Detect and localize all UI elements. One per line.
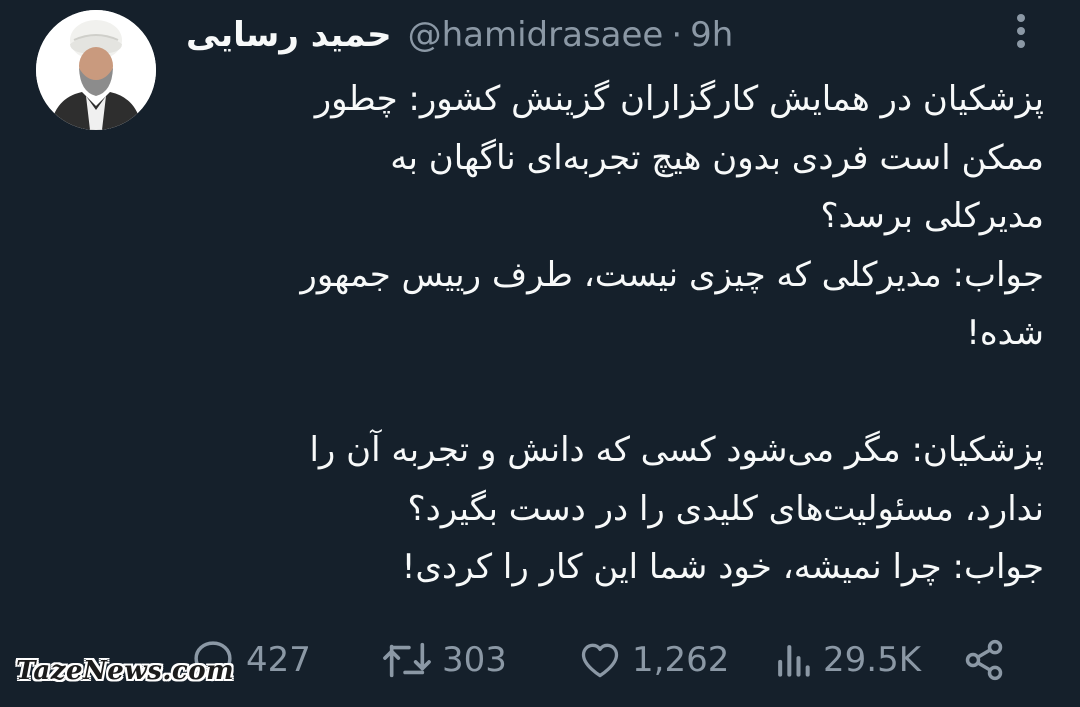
- tweet-line: پزشکیان در همایش کارگزاران گزینش کشور: چ…: [314, 79, 1044, 119]
- retweet-count: 303: [442, 640, 507, 680]
- tweet-line: جواب: چرا نمیشه، خود شما این کار را کردی…: [401, 547, 1044, 587]
- retweet-button[interactable]: 303: [382, 634, 507, 686]
- display-name[interactable]: حمید رسایی: [186, 15, 392, 55]
- views-bar-chart-icon: [778, 645, 810, 677]
- tweet-time[interactable]: 9h: [690, 15, 733, 55]
- user-handle[interactable]: @hamidrasaee: [408, 15, 664, 55]
- action-bar: 427 303 1,262 29.5K: [190, 634, 1040, 686]
- share-icon: [965, 639, 1003, 681]
- tweet-blank-line: [186, 363, 1044, 422]
- views-button[interactable]: 29.5K: [773, 634, 921, 686]
- reply-count: 427: [246, 640, 311, 680]
- like-count: 1,262: [632, 640, 730, 680]
- more-vertical-icon[interactable]: [1008, 12, 1034, 50]
- tweet-line: جواب: مدیرکلی که چیزی نیست، طرف رییس جمه…: [300, 254, 1044, 295]
- tweet-line: ندارد، مسئولیت‌های کلیدی را در دست بگیرد…: [407, 488, 1044, 529]
- tweet-line: مدیرکلی برسد؟: [820, 196, 1044, 236]
- separator-dot: ·: [671, 15, 683, 55]
- tweet-header: حمید رسایی @hamidrasaee · 9h: [186, 10, 733, 60]
- tweet-line: پزشکیان: مگر می‌شود کسی که دانش و تجربه …: [309, 430, 1044, 470]
- tweet-line: شده!: [966, 313, 1044, 353]
- tweet-line: ممکن است فردی بدون هیچ تجربه‌ای ناگهان ب…: [390, 137, 1044, 178]
- avatar-image: [36, 10, 156, 130]
- avatar[interactable]: [36, 10, 156, 130]
- tweet-text: پزشکیان در همایش کارگزاران گزینش کشور: چ…: [186, 70, 1044, 597]
- watermark: TazeNews.com: [16, 656, 235, 686]
- heart-icon: [581, 643, 619, 678]
- like-button[interactable]: 1,262: [578, 634, 729, 686]
- share-button[interactable]: [962, 634, 1006, 686]
- retweet-icon: [383, 642, 431, 678]
- views-count: 29.5K: [823, 640, 921, 680]
- tweet: حمید رسایی @hamidrasaee · 9h پزشکیان در …: [0, 0, 1080, 707]
